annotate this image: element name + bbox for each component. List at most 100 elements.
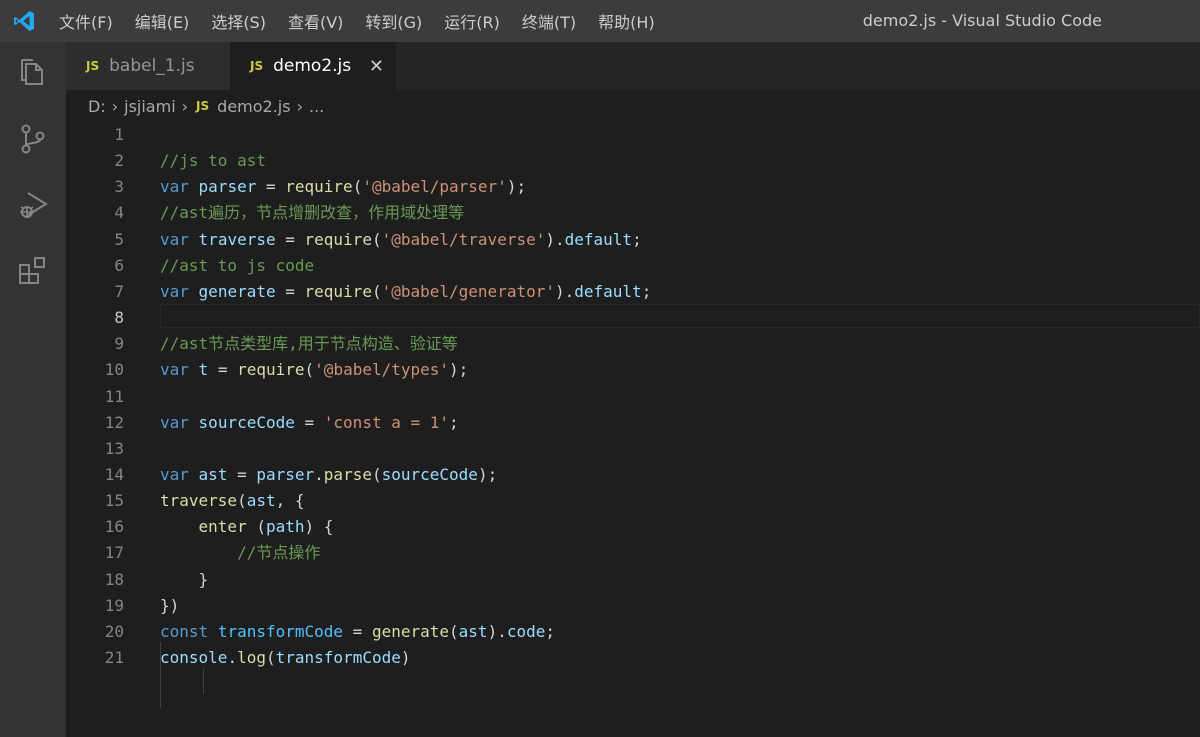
js-file-icon: JS — [86, 59, 100, 73]
code-token: ). — [487, 621, 507, 641]
code-line[interactable]: 20 const transformCode = generate(ast).co… — [66, 619, 1200, 645]
explorer-icon[interactable] — [16, 56, 50, 90]
menu-run[interactable]: 运行(R) — [444, 9, 500, 33]
code-line[interactable]: 4 //ast遍历，节点增删改查，作用域处理等 — [66, 200, 1200, 226]
code-token: ( — [265, 648, 276, 667]
code-line[interactable]: 19}) — [66, 593, 1200, 619]
breadcrumb: D: › jsjiami › JS demo2.js › ... — [88, 94, 324, 118]
tab-bar: JS babel_1.js JS demo2.js ✕ — [66, 42, 1200, 90]
line-number: 9 — [114, 334, 124, 354]
code-token: }) — [160, 595, 180, 615]
code-line[interactable]: 5 var traverse = require('@babel/traverse… — [66, 227, 1200, 253]
code-token: = — [294, 412, 324, 432]
line-number: 6 — [114, 255, 124, 275]
code-token: = — [227, 464, 257, 484]
code-token: console — [160, 648, 228, 667]
line-number: 17 — [104, 543, 124, 563]
code-token: var — [160, 360, 189, 380]
line-number: 16 — [104, 517, 124, 537]
code-editor[interactable]: 1 2//js to ast 3 var parser = require('@bab… — [66, 120, 1200, 737]
code-line[interactable]: 6 //ast to js code — [66, 253, 1200, 279]
code-line[interactable]: 7 var generate = require('@babel/generato… — [66, 279, 1200, 305]
code-token: transformCode — [217, 621, 344, 641]
code-text: var traverse = require('@babel/traverse'… — [160, 227, 642, 253]
code-token: ( — [449, 621, 459, 641]
code-token: var — [160, 464, 189, 484]
chevron-right-icon: › — [296, 96, 303, 116]
code-line[interactable]: 9 //ast节点类型库,用于节点构造、验证等 — [66, 331, 1200, 357]
code-line[interactable]: 3 var parser = require('@babel/parser'); — [66, 174, 1200, 200]
code-token: = — [256, 177, 286, 197]
line-number: 12 — [104, 412, 124, 432]
code-token: . — [314, 464, 324, 484]
code-line[interactable]: 21 console.log(transformCode) — [66, 645, 1200, 671]
tab-demo2-js[interactable]: JS demo2.js ✕ — [230, 42, 396, 90]
code-token: const — [160, 621, 209, 641]
breadcrumb-file[interactable]: demo2.js — [217, 97, 290, 116]
menu-view[interactable]: 查看(V) — [288, 9, 343, 33]
line-number: 3 — [114, 177, 124, 197]
code-token: parser — [256, 464, 315, 484]
menu-bar: 文件(F) 编辑(E) 选择(S) 查看(V) 转到(G) 运行(R) 终端(T… — [48, 0, 666, 42]
menu-help[interactable]: 帮助(H) — [598, 9, 655, 33]
code-line[interactable]: 10 var t = require('@babel/types'); — [66, 357, 1200, 383]
extensions-icon[interactable] — [16, 254, 50, 288]
code-line[interactable]: 14 var ast = parser.parse(sourceCode); — [66, 462, 1200, 488]
code-text: //ast to js code — [160, 253, 314, 279]
code-text: console.log(transformCode) — [160, 645, 411, 671]
code-token: = — [208, 360, 238, 380]
source-control-icon[interactable] — [16, 122, 50, 156]
line-number: 20 — [104, 621, 124, 641]
code-line[interactable]: 2 //js to ast — [66, 148, 1200, 174]
code-text: //ast遍历，节点增删改查，作用域处理等 — [160, 200, 464, 226]
menu-go[interactable]: 转到(G) — [365, 9, 422, 33]
code-line[interactable]: 8 — [66, 305, 1200, 331]
code-token: sourceCode — [198, 412, 295, 432]
code-token: var — [160, 412, 189, 432]
line-number: 4 — [114, 203, 124, 223]
vscode-logo-icon[interactable] — [12, 9, 36, 33]
code-line[interactable]: 17 //节点操作 — [66, 540, 1200, 566]
code-line[interactable]: 18 } — [66, 567, 1200, 593]
code-token: require — [285, 177, 353, 197]
close-icon[interactable]: ✕ — [369, 56, 384, 77]
menu-selection[interactable]: 选择(S) — [211, 9, 266, 33]
code-token: var — [160, 177, 189, 197]
menu-terminal[interactable]: 终端(T) — [522, 9, 576, 33]
code-token: . — [227, 648, 238, 667]
code-line[interactable]: 12 var sourceCode = 'const a = 1'; — [66, 410, 1200, 436]
tab-babel-1-js[interactable]: JS babel_1.js — [66, 42, 230, 90]
chevron-right-icon: › — [181, 96, 189, 116]
breadcrumb-more[interactable]: ... — [309, 97, 324, 116]
title-bar: 文件(F) 编辑(E) 选择(S) 查看(V) 转到(G) 运行(R) 终端(T… — [0, 0, 1200, 42]
code-token: transformCode — [275, 648, 401, 667]
code-token: , { — [275, 491, 305, 511]
code-token: require — [304, 229, 372, 249]
breadcrumb-drive[interactable]: D: — [88, 97, 106, 116]
code-token: ( — [237, 491, 247, 511]
code-token: ( — [304, 360, 315, 380]
code-token: var — [160, 281, 189, 301]
menu-edit[interactable]: 编辑(E) — [135, 9, 190, 33]
menu-file[interactable]: 文件(F) — [59, 9, 113, 33]
breadcrumb-folder[interactable]: jsjiami — [124, 97, 176, 116]
tab-label: babel_1.js — [109, 56, 195, 76]
code-token: ast — [198, 464, 228, 484]
code-token: = — [343, 621, 372, 641]
code-token: ( — [371, 281, 382, 301]
line-number: 14 — [104, 464, 124, 484]
code-token: 'const a = 1' — [323, 412, 450, 432]
code-token: ) { — [304, 517, 334, 537]
code-line[interactable]: 16 enter (path) { — [66, 514, 1200, 540]
code-line[interactable]: 1 — [66, 122, 1200, 148]
code-line[interactable]: 11 — [66, 384, 1200, 410]
line-number: 7 — [114, 281, 124, 301]
code-line[interactable]: 15 traverse(ast, { — [66, 488, 1200, 514]
code-line[interactable]: 13 — [66, 436, 1200, 462]
run-debug-icon[interactable] — [16, 188, 50, 222]
